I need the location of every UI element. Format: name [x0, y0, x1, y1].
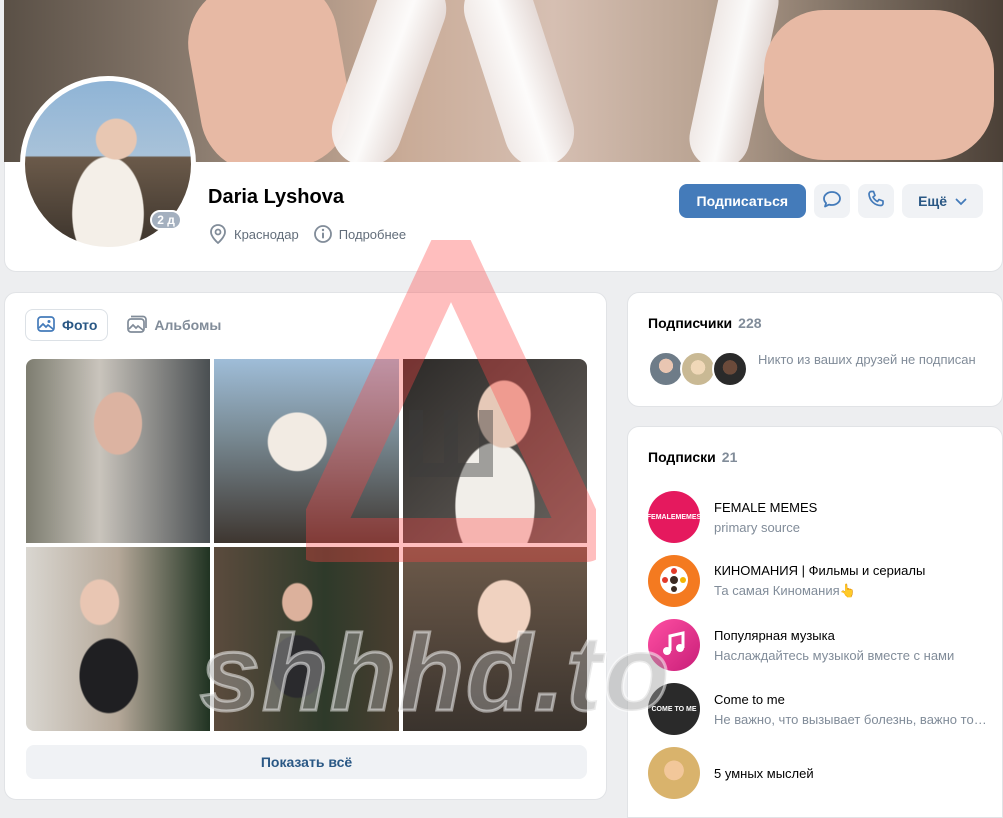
tab-photos-label: Фото [62, 317, 98, 333]
message-button[interactable] [814, 184, 851, 218]
cover-decor [454, 0, 584, 170]
community-name[interactable]: 5 умных мыслей [714, 766, 988, 781]
location-pin-icon [208, 224, 228, 244]
community-description: Та самая Киномания👆 [714, 583, 856, 598]
photo-thumbnail[interactable] [402, 359, 587, 543]
music-note-icon [659, 629, 689, 661]
subscribe-button[interactable]: Подписаться [678, 184, 807, 218]
chevron-down-icon [955, 193, 967, 209]
tab-albums-label: Альбомы [154, 317, 222, 333]
photo-thumbnail[interactable] [26, 547, 211, 731]
profile-meta: Краснодар Подробнее [208, 224, 406, 244]
city-info[interactable]: Краснодар [208, 224, 299, 244]
avatar-logo-text: COME TO ME [651, 705, 697, 713]
community-name[interactable]: FEMALE MEMES [714, 500, 988, 515]
follower-avatar[interactable] [680, 351, 716, 387]
avatar-logo-text: FEMALEMEMES [646, 513, 702, 521]
follower-avatar[interactable] [712, 351, 748, 387]
followers-avatars [648, 351, 748, 387]
photo-thumbnail[interactable] [214, 359, 399, 543]
community-name[interactable]: КИНОМАНИЯ | Фильмы и сериалы [714, 563, 988, 578]
community-text: Популярная музыка Наслаждайтесь музыкой … [714, 628, 988, 663]
list-item[interactable]: КИНОМАНИЯ | Фильмы и сериалы Та самая Ки… [648, 549, 988, 613]
list-item[interactable]: Популярная музыка Наслаждайтесь музыкой … [648, 613, 988, 677]
community-text: КИНОМАНИЯ | Фильмы и сериалы Та самая Ки… [714, 563, 988, 599]
photo-thumbnail[interactable] [26, 359, 211, 543]
photo-icon [36, 314, 56, 337]
tab-albums[interactable]: Альбомы [116, 309, 231, 341]
community-text: FEMALE MEMES primary source [714, 500, 988, 535]
photo-grid [26, 359, 587, 731]
subscriptions-list: FEMALEMEMES FEMALE MEMES primary source … [646, 485, 988, 805]
list-item[interactable]: FEMALEMEMES FEMALE MEMES primary source [646, 485, 988, 549]
community-description: primary source [714, 519, 800, 535]
list-item[interactable]: 5 умных мыслей [648, 741, 988, 805]
tab-photos[interactable]: Фото [25, 309, 109, 341]
more-button[interactable]: Ещё [902, 184, 983, 218]
community-name[interactable]: Популярная музыка [714, 628, 988, 643]
community-name[interactable]: Come to me [714, 692, 988, 707]
show-all-photos-button[interactable]: Показать всё [26, 745, 587, 779]
subscriptions-count: 21 [721, 449, 738, 465]
community-description: Не важно, что вызывает болезнь, важно то… [714, 711, 988, 727]
list-item[interactable]: COME TO ME Come to me Не важно, что вызы… [648, 677, 988, 741]
details-link[interactable]: Подробнее [313, 224, 406, 244]
photo-tabs: Фото Альбомы [25, 309, 231, 341]
community-avatar[interactable] [648, 555, 700, 607]
film-reel-icon [657, 563, 691, 599]
subscriptions-title[interactable]: Подписки 21 [648, 449, 737, 465]
details-label: Подробнее [338, 226, 407, 242]
community-text: Come to me Не важно, что вызывает болезн… [714, 692, 988, 727]
phone-icon [866, 189, 886, 214]
community-description: Наслаждайтесь музыкой вместе с нами [714, 647, 955, 663]
more-label: Ещё [918, 193, 947, 209]
subscriptions-card: Подписки 21 FEMALEMEMES FEMALE MEMES pri… [627, 426, 1003, 818]
profile-actions: Подписаться Ещё [678, 184, 983, 218]
community-avatar[interactable]: COME TO ME [648, 683, 700, 735]
cover-decor [178, 0, 360, 170]
community-text: 5 умных мыслей [714, 766, 988, 781]
subscriptions-title-label: Подписки [648, 449, 716, 465]
followers-title-label: Подписчики [648, 315, 733, 331]
chat-bubble-icon [822, 189, 842, 214]
photo-thumbnail[interactable] [214, 547, 399, 731]
community-avatar[interactable] [648, 619, 700, 671]
online-badge: 2 д [150, 210, 182, 230]
city-label: Краснодар [234, 226, 299, 242]
photos-block: Фото Альбомы Показать всё [4, 292, 607, 800]
followers-count: 228 [738, 315, 762, 331]
cover-decor [764, 10, 994, 160]
community-avatar[interactable] [648, 747, 700, 799]
followers-card[interactable]: Подписчики 228 Никто из ваших друзей не … [627, 292, 1003, 407]
albums-icon [126, 314, 148, 337]
call-button[interactable] [858, 184, 895, 218]
community-avatar[interactable]: FEMALEMEMES [646, 491, 702, 543]
profile-name: Daria Lyshova [208, 186, 344, 208]
follower-avatar[interactable] [648, 351, 684, 387]
followers-note: Никто из ваших друзей не подписан [758, 352, 976, 367]
info-icon [313, 224, 333, 244]
photo-thumbnail[interactable] [402, 547, 587, 731]
followers-title[interactable]: Подписчики 228 [648, 315, 762, 331]
